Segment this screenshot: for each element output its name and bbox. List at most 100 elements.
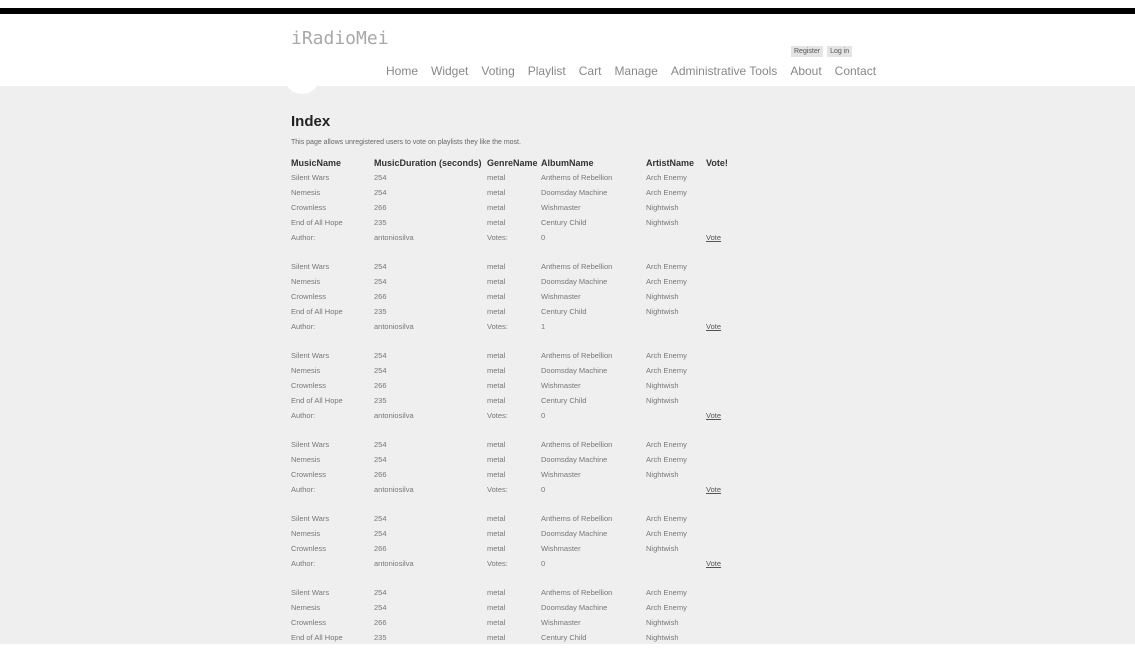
site-header: iRadioMei Register Log in Home Widget Vo…: [0, 14, 1135, 86]
song-row: Nemesis 254 metal Doomsday Machine Arch Enem…: [0, 603, 1135, 618]
song-row: Silent Wars 254 metal Anthems of Rebellion A…: [0, 514, 1135, 529]
song-artist: Arch Enemy: [646, 173, 687, 182]
vote-link[interactable]: Vote: [706, 322, 721, 331]
song-row: Crownless 266 metal Wishmaster Nightwish: [0, 203, 1135, 218]
nav-widget[interactable]: Widget: [431, 64, 468, 78]
login-link[interactable]: Log in: [827, 46, 853, 57]
song-duration: 254: [374, 351, 387, 360]
nav-manage[interactable]: Manage: [614, 64, 657, 78]
song-duration: 235: [374, 633, 387, 642]
song-artist: Arch Enemy: [646, 262, 687, 271]
author-name: antoniosilva: [374, 485, 414, 494]
nav-contact[interactable]: Contact: [835, 64, 876, 78]
song-duration: 266: [374, 618, 387, 627]
song-genre: metal: [487, 514, 506, 523]
author-row: Author: antoniosilva Votes: 0 Vote: [0, 559, 1135, 574]
song-name: Crownless: [291, 381, 327, 390]
song-artist: Arch Enemy: [646, 529, 687, 538]
song-album: Anthems of Rebellion: [541, 588, 613, 597]
nav-administrative-tools[interactable]: Administrative Tools: [671, 64, 778, 78]
song-name: Silent Wars: [291, 351, 330, 360]
song-album: Doomsday Machine: [541, 188, 608, 197]
song-name: End of All Hope: [291, 633, 343, 642]
song-genre: metal: [487, 262, 506, 271]
song-duration: 266: [374, 544, 387, 553]
author-name: antoniosilva: [374, 233, 414, 242]
author-label: Author:: [291, 411, 316, 420]
song-row: Nemesis 254 metal Doomsday Machine Arch Enem…: [0, 366, 1135, 381]
song-row: End of All Hope 235 metal Century Child Nigh…: [0, 633, 1135, 648]
song-name: Silent Wars: [291, 588, 330, 597]
song-genre: metal: [487, 455, 506, 464]
song-name: Nemesis: [291, 603, 321, 612]
song-album: Wishmaster: [541, 618, 581, 627]
song-duration: 266: [374, 470, 387, 479]
nav-about[interactable]: About: [790, 64, 821, 78]
song-genre: metal: [487, 470, 506, 479]
song-album: Doomsday Machine: [541, 366, 608, 375]
song-duration: 254: [374, 366, 387, 375]
song-duration: 254: [374, 529, 387, 538]
votes-count: 0: [541, 233, 546, 242]
song-row: Silent Wars 254 metal Anthems of Rebellion A…: [0, 588, 1135, 603]
song-artist: Arch Enemy: [646, 351, 687, 360]
song-artist: Arch Enemy: [646, 588, 687, 597]
song-name: Silent Wars: [291, 440, 330, 449]
song-genre: metal: [487, 351, 506, 360]
vote-link[interactable]: Vote: [706, 559, 721, 568]
song-artist: Nightwish: [646, 618, 679, 627]
song-name: Nemesis: [291, 277, 321, 286]
votes-count: 0: [541, 485, 546, 494]
song-duration: 235: [374, 218, 387, 227]
song-name: Nemesis: [291, 188, 321, 197]
author-row: Author: antoniosilva Votes: 1 Vote: [0, 322, 1135, 337]
song-album: Anthems of Rebellion: [541, 351, 613, 360]
song-duration: 254: [374, 277, 387, 286]
song-row: End of All Hope 235 metal Century Child Nigh…: [0, 218, 1135, 233]
song-album: Wishmaster: [541, 203, 581, 212]
song-duration: 254: [374, 173, 387, 182]
song-album: Anthems of Rebellion: [541, 173, 613, 182]
song-name: Crownless: [291, 203, 327, 212]
song-genre: metal: [487, 188, 506, 197]
author-name: antoniosilva: [374, 322, 414, 331]
nav-cart[interactable]: Cart: [579, 64, 602, 78]
song-row: Crownless 266 metal Wishmaster Nightwish: [0, 618, 1135, 633]
vote-link[interactable]: Vote: [706, 411, 721, 420]
song-album: Century Child: [541, 396, 587, 405]
song-duration: 254: [374, 262, 387, 271]
author-row: Author: antoniosilva Votes: 0 Vote: [0, 233, 1135, 248]
song-artist: Nightwish: [646, 381, 679, 390]
song-genre: metal: [487, 396, 506, 405]
main-content: Index This page allows unregistered user…: [0, 86, 1135, 644]
author-name: antoniosilva: [374, 559, 414, 568]
votes-label: Votes:: [487, 559, 508, 568]
vote-link[interactable]: Vote: [706, 233, 721, 242]
song-genre: metal: [487, 292, 506, 301]
song-row: End of All Hope 235 metal Century Child Nigh…: [0, 307, 1135, 322]
nav-playlist[interactable]: Playlist: [528, 64, 566, 78]
song-row: Silent Wars 254 metal Anthems of Rebellion A…: [0, 262, 1135, 277]
song-row: Crownless 266 metal Wishmaster Nightwish: [0, 544, 1135, 559]
author-row: Author: antoniosilva Votes: 0 Vote: [0, 485, 1135, 500]
song-artist: Nightwish: [646, 633, 679, 642]
song-genre: metal: [487, 544, 506, 553]
song-duration: 254: [374, 455, 387, 464]
register-link[interactable]: Register: [791, 46, 824, 57]
song-row: Silent Wars 254 metal Anthems of Rebellion A…: [0, 440, 1135, 455]
nav-voting[interactable]: Voting: [481, 64, 514, 78]
song-name: End of All Hope: [291, 396, 343, 405]
auth-links: Register Log in: [791, 46, 853, 57]
song-name: Silent Wars: [291, 262, 330, 271]
vote-link[interactable]: Vote: [706, 485, 721, 494]
author-label: Author:: [291, 485, 316, 494]
song-album: Wishmaster: [541, 544, 581, 553]
song-artist: Arch Enemy: [646, 277, 687, 286]
song-row: Crownless 266 metal Wishmaster Nightwish: [0, 470, 1135, 485]
page-title: Index: [291, 113, 331, 130]
song-duration: 235: [374, 396, 387, 405]
nav-home[interactable]: Home: [386, 64, 418, 78]
site-title[interactable]: iRadioMei: [291, 28, 389, 49]
song-duration: 235: [374, 307, 387, 316]
song-duration: 254: [374, 588, 387, 597]
